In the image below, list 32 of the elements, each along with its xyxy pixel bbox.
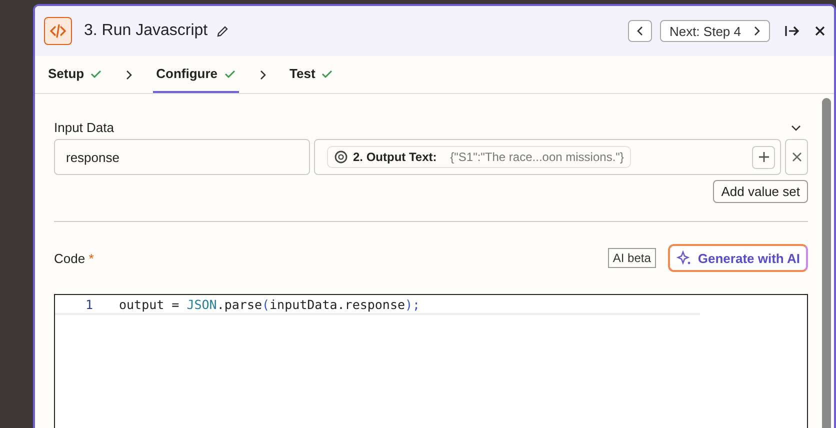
add-value-set-button[interactable]: Add value set <box>713 180 808 203</box>
sparkle-icon <box>676 250 692 266</box>
collapse-panel-icon[interactable] <box>784 24 800 38</box>
previous-button[interactable] <box>628 20 652 42</box>
ai-beta-badge: AI beta <box>608 248 656 268</box>
line-number: 1 <box>84 296 93 312</box>
code-line: output = JSON.parse(inputData.response); <box>119 296 420 312</box>
remove-button[interactable] <box>785 139 808 175</box>
chevron-down-icon[interactable] <box>790 124 802 132</box>
step-tab[interactable]: Setup <box>45 56 106 93</box>
step-tab[interactable]: Test <box>286 56 336 93</box>
input-data-label: Input Data <box>54 120 114 135</box>
pencil-icon[interactable] <box>216 24 229 38</box>
next-step-button[interactable]: Next: Step 4 <box>660 20 770 42</box>
code-logo-icon <box>44 17 72 45</box>
step-title: 3. Run Javascript <box>84 22 208 40</box>
add-button[interactable] <box>752 146 775 168</box>
key-field[interactable]: response <box>54 139 310 175</box>
plus-icon <box>758 151 770 163</box>
chevron-right-icon <box>753 25 761 37</box>
circle-icon <box>334 150 348 164</box>
step-tab[interactable]: Configure <box>153 56 239 93</box>
code-editor[interactable]: 1 output = JSON.parse(inputData.response); <box>54 294 808 428</box>
code-label: Code * <box>54 250 94 266</box>
close-icon <box>792 152 802 162</box>
chevron-icon <box>258 68 267 80</box>
chevron-left-icon <box>636 25 644 37</box>
chevron-icon <box>125 68 134 80</box>
scrollbar[interactable] <box>822 98 831 428</box>
generate-with-ai-button[interactable]: Generate with AI <box>668 244 808 272</box>
value-pill[interactable]: 2. Output Text: {"S1":"The race...oon missions."} <box>327 146 631 168</box>
close-icon[interactable] <box>814 25 826 37</box>
